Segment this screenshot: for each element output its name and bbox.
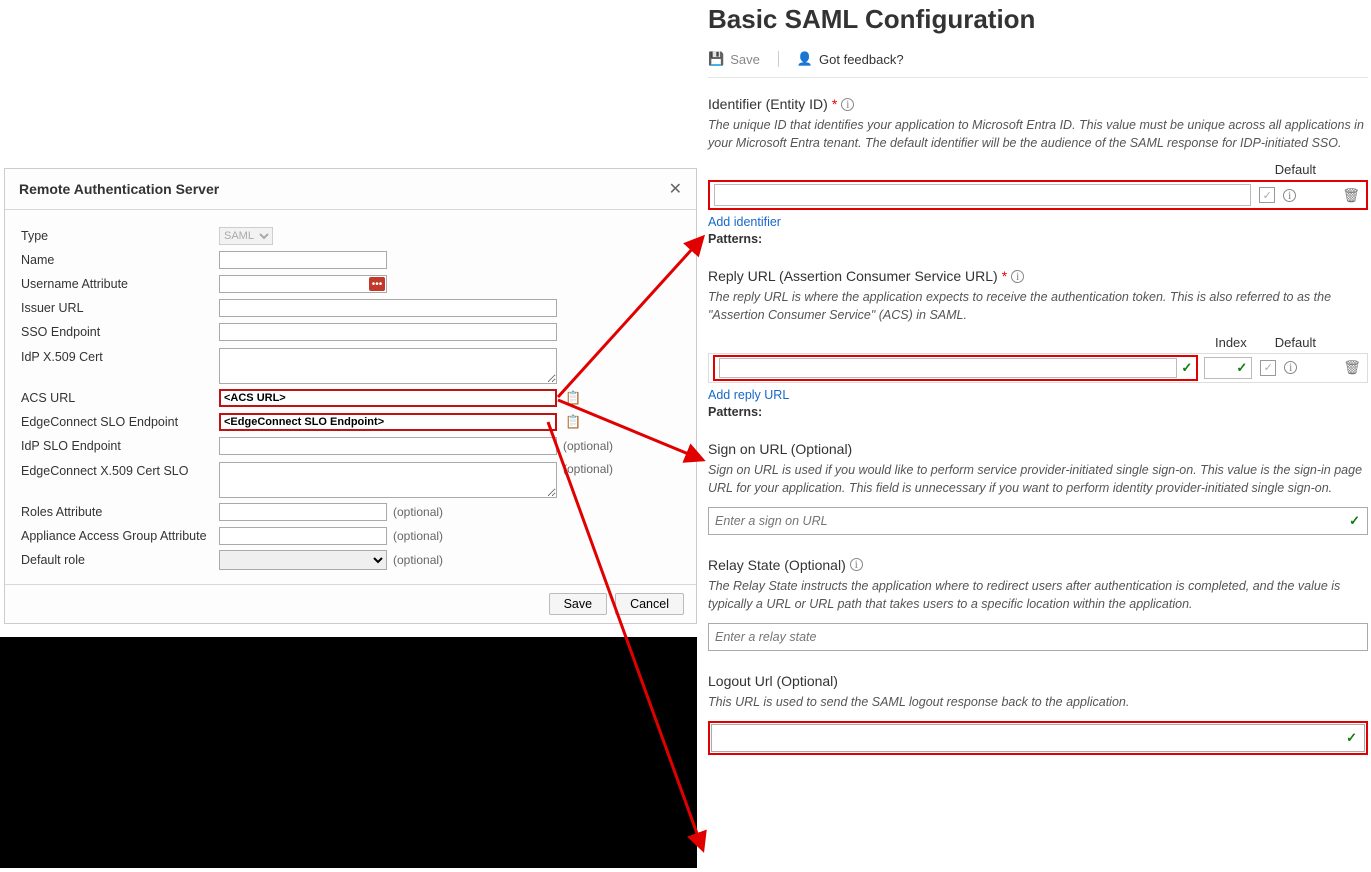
save-button: 💾 Save xyxy=(708,51,760,67)
issuer-url-input[interactable] xyxy=(219,299,557,317)
check-icon: ✓ xyxy=(1236,360,1247,376)
patterns-label: Patterns: xyxy=(708,405,1368,419)
section-desc: This URL is used to send the SAML logout… xyxy=(708,693,1368,711)
aag-input[interactable] xyxy=(219,527,387,545)
signon-section: Sign on URL (Optional) Sign on URL is us… xyxy=(708,441,1368,535)
copy-icon[interactable]: 📋 xyxy=(565,390,581,406)
check-icon: ✓ xyxy=(1349,513,1360,529)
page-title: Basic SAML Configuration xyxy=(708,4,1368,35)
reply-url-row: ✓ ✓ ✓ i 🗑 xyxy=(708,353,1368,383)
optional-text: (optional) xyxy=(393,529,443,543)
idp-slo-input[interactable] xyxy=(219,437,557,455)
username-attr-input[interactable] xyxy=(219,275,387,293)
sso-endpoint-label: SSO Endpoint xyxy=(21,325,219,339)
dialog-body: Type SAML Name Username Attribute ••• Is… xyxy=(5,210,696,584)
section-desc: Sign on URL is used if you would like to… xyxy=(708,461,1368,497)
section-title: Reply URL (Assertion Consumer Service UR… xyxy=(708,268,1368,284)
reply-url-input[interactable] xyxy=(719,358,1177,378)
optional-text: (optional) xyxy=(393,505,443,519)
dialog-header: Remote Authentication Server ✕ xyxy=(5,169,696,210)
username-attr-label: Username Attribute xyxy=(21,277,219,291)
default-toggle[interactable]: ✓ xyxy=(1260,360,1276,376)
reply-url-section: Reply URL (Assertion Consumer Service UR… xyxy=(708,268,1368,418)
type-select: SAML xyxy=(219,227,273,245)
identifier-section: Identifier (Entity ID) * i The unique ID… xyxy=(708,96,1368,246)
identifier-input[interactable] xyxy=(714,184,1251,206)
relay-state-input[interactable] xyxy=(708,623,1368,651)
type-label: Type xyxy=(21,229,219,243)
section-desc: The unique ID that identifies your appli… xyxy=(708,116,1368,152)
section-desc: The Relay State instructs the applicatio… xyxy=(708,577,1368,613)
toolbar: 💾 Save 👤 Got feedback? xyxy=(708,51,1368,78)
save-icon: 💾 xyxy=(708,51,724,67)
cancel-button[interactable]: Cancel xyxy=(615,593,684,615)
idp-cert-label: IdP X.509 Cert xyxy=(21,348,219,364)
check-icon: ✓ xyxy=(1181,360,1192,376)
default-toggle[interactable]: ✓ xyxy=(1259,187,1275,203)
relay-section: Relay State (Optional) i The Relay State… xyxy=(708,557,1368,651)
dialog-title: Remote Authentication Server xyxy=(19,181,219,197)
default-role-select[interactable] xyxy=(219,550,387,570)
ec-cert-slo-label: EdgeConnect X.509 Cert SLO xyxy=(21,462,219,478)
idp-cert-textarea[interactable] xyxy=(219,348,557,384)
info-icon[interactable]: i xyxy=(1011,270,1024,283)
info-icon[interactable]: i xyxy=(850,558,863,571)
reply-url-highlighted: ✓ xyxy=(713,355,1198,381)
delete-icon[interactable]: 🗑 xyxy=(1342,187,1360,204)
saml-config-panel: Basic SAML Configuration 💾 Save 👤 Got fe… xyxy=(708,0,1368,767)
black-area xyxy=(0,637,697,868)
info-icon[interactable]: i xyxy=(1283,189,1296,202)
index-input[interactable]: ✓ xyxy=(1204,357,1252,379)
copy-icon[interactable]: 📋 xyxy=(565,414,581,430)
columns-header: Default xyxy=(708,162,1368,177)
logout-url-input[interactable] xyxy=(711,724,1365,752)
remote-auth-dialog: Remote Authentication Server ✕ Type SAML… xyxy=(4,168,697,624)
ec-slo-label: EdgeConnect SLO Endpoint xyxy=(21,415,219,429)
aag-label: Appliance Access Group Attribute xyxy=(21,529,219,543)
section-title: Identifier (Entity ID) * i xyxy=(708,96,1368,112)
roles-attr-label: Roles Attribute xyxy=(21,505,219,519)
ec-slo-input xyxy=(219,413,557,431)
roles-attr-input[interactable] xyxy=(219,503,387,521)
patterns-label: Patterns: xyxy=(708,232,1368,246)
required-marker: * xyxy=(1002,268,1007,284)
ec-cert-slo-textarea[interactable] xyxy=(219,462,557,498)
logout-url-highlighted: ✓ xyxy=(708,721,1368,755)
section-title: Relay State (Optional) i xyxy=(708,557,1368,573)
default-role-label: Default role xyxy=(21,553,219,567)
name-label: Name xyxy=(21,253,219,267)
optional-text: (optional) xyxy=(563,462,613,476)
identifier-row-highlighted: ✓ i 🗑 xyxy=(708,180,1368,210)
issuer-url-label: Issuer URL xyxy=(21,301,219,315)
section-title: Sign on URL (Optional) xyxy=(708,441,1368,457)
dialog-footer: Save Cancel xyxy=(5,584,696,623)
acs-url-input xyxy=(219,389,557,407)
signon-url-input[interactable] xyxy=(708,507,1368,535)
sso-endpoint-input[interactable] xyxy=(219,323,557,341)
divider xyxy=(778,51,779,67)
section-desc: The reply URL is where the application e… xyxy=(708,288,1368,324)
close-icon[interactable]: ✕ xyxy=(669,179,682,199)
add-identifier-link[interactable]: Add identifier xyxy=(708,215,781,229)
info-icon[interactable]: i xyxy=(1284,361,1297,374)
required-marker: * xyxy=(832,96,837,112)
delete-icon[interactable]: 🗑 xyxy=(1343,359,1361,376)
logout-section: Logout Url (Optional) This URL is used t… xyxy=(708,673,1368,755)
feedback-icon: 👤 xyxy=(797,51,813,67)
save-button[interactable]: Save xyxy=(549,593,608,615)
columns-header: Index Default xyxy=(708,335,1368,350)
add-reply-url-link[interactable]: Add reply URL xyxy=(708,388,789,402)
info-icon[interactable]: i xyxy=(841,98,854,111)
check-icon: ✓ xyxy=(1346,730,1357,746)
feedback-button[interactable]: 👤 Got feedback? xyxy=(797,51,904,67)
section-title: Logout Url (Optional) xyxy=(708,673,1368,689)
optional-text: (optional) xyxy=(393,553,443,567)
name-input[interactable] xyxy=(219,251,387,269)
ellipsis-icon[interactable]: ••• xyxy=(369,277,385,291)
optional-text: (optional) xyxy=(563,439,613,453)
idp-slo-label: IdP SLO Endpoint xyxy=(21,439,219,453)
acs-url-label: ACS URL xyxy=(21,391,219,405)
